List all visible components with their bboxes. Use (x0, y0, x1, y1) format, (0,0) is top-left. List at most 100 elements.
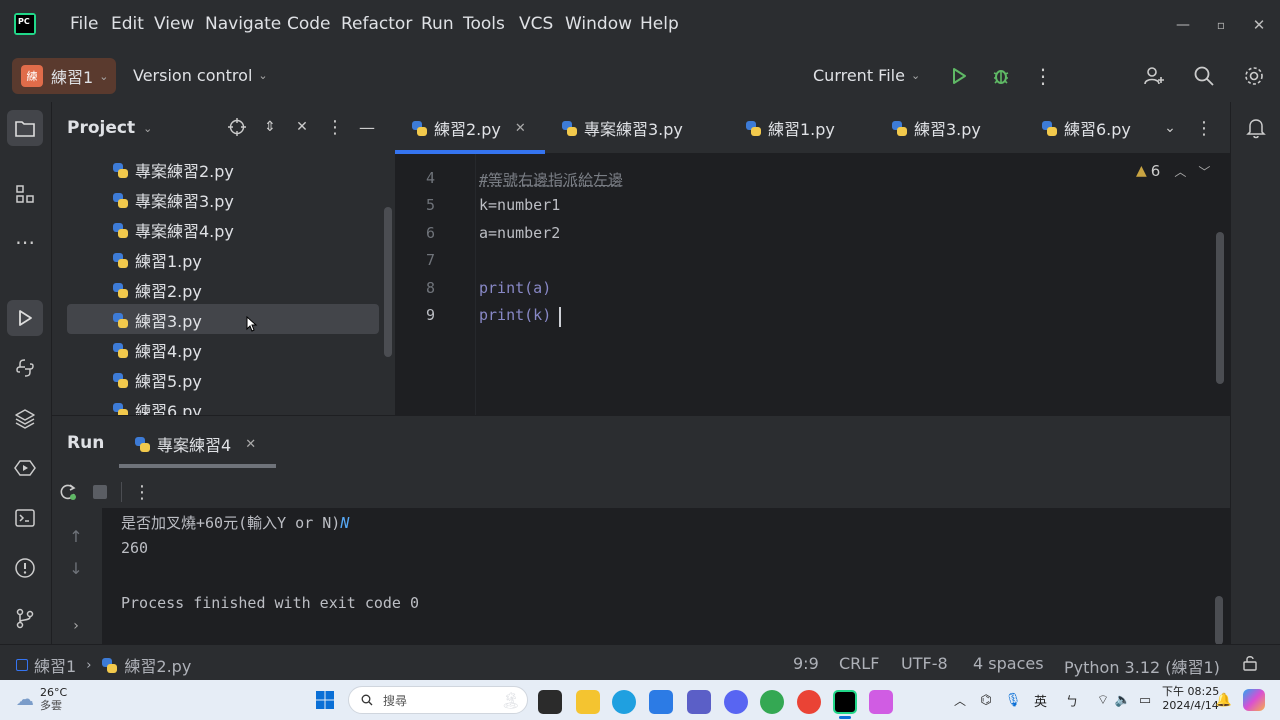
scroll-down-icon[interactable]: ↓ (64, 556, 88, 580)
menu-view[interactable]: View (154, 14, 194, 34)
chrome-profile-icon[interactable] (797, 690, 821, 714)
collapse-all-icon[interactable]: ✕ (291, 116, 313, 138)
file-row[interactable]: 練習5.py (112, 366, 202, 394)
project-tool-icon[interactable] (7, 110, 43, 146)
rerun-icon[interactable] (56, 480, 80, 504)
vcs-widget[interactable]: Version control ⌄ (133, 66, 268, 85)
wifi-icon[interactable]: ⌔ (1094, 690, 1112, 710)
file-row[interactable]: 專案練習2.py (112, 156, 234, 184)
problems-icon[interactable] (11, 554, 39, 582)
clock[interactable]: 下午 08:25 2024/4/14 (1162, 685, 1219, 713)
locate-file-icon[interactable] (226, 116, 248, 138)
console-output[interactable]: 是否加叉燒+60元(輸入Y or N)N 260 Process finishe… (102, 508, 1230, 645)
run-options-icon[interactable]: ⋮ (130, 480, 154, 504)
file-explorer-icon[interactable] (576, 690, 600, 714)
python-interpreter[interactable]: Python 3.12 (練習1) (1064, 654, 1220, 678)
indent-setting[interactable]: 4 spaces (973, 654, 1044, 673)
notifications-bell-icon[interactable] (1242, 114, 1270, 142)
breadcrumb-project[interactable]: 練習1 (34, 653, 76, 677)
ms-store-icon[interactable] (649, 690, 673, 714)
services-icon[interactable] (11, 454, 39, 482)
project-panel-header[interactable]: Project ⌄ (67, 118, 152, 138)
project-widget[interactable]: 練 練習1 ⌄ (12, 58, 116, 94)
more-tools-icon[interactable]: ⋯ (11, 228, 39, 256)
copilot-icon[interactable] (1243, 689, 1265, 711)
menu-run[interactable]: Run (421, 14, 454, 34)
menu-window[interactable]: Window (565, 14, 632, 34)
menu-help[interactable]: Help (640, 14, 679, 34)
editor-tab[interactable]: 練習3.py (891, 102, 981, 154)
structure-tool-icon[interactable] (11, 180, 39, 208)
run-icon[interactable] (947, 64, 971, 88)
weather-widget[interactable]: ☁ 26°C 多雲 (16, 686, 67, 712)
file-row[interactable]: 練習2.py (112, 276, 202, 304)
hide-panel-icon[interactable]: — (356, 116, 378, 138)
tray-overflow-icon[interactable]: ︿ (951, 690, 969, 710)
breadcrumb-file[interactable]: 練習2.py (124, 653, 191, 677)
add-user-icon[interactable] (1141, 63, 1167, 89)
debug-icon[interactable] (989, 64, 1013, 88)
menu-file[interactable]: File (70, 14, 98, 34)
tab-options-icon[interactable]: ⋮ (1193, 117, 1215, 139)
layers-icon[interactable] (11, 404, 39, 432)
notification-center-icon[interactable]: 🔔 (1215, 690, 1233, 710)
taskbar-search[interactable]: 搜尋 🏝 (348, 686, 528, 714)
tab-list-chevron-icon[interactable]: ⌄ (1159, 117, 1181, 139)
inspection-widget[interactable]: ▲ 6 ︿ ﹀ (1136, 162, 1210, 180)
menu-edit[interactable]: Edit (111, 14, 144, 34)
file-row[interactable]: 練習1.py (112, 246, 202, 274)
microphone-icon[interactable]: 🎙 (1004, 690, 1022, 710)
terminal-icon[interactable] (11, 504, 39, 532)
menu-code[interactable]: Code (287, 14, 331, 34)
panel-options-icon[interactable]: ⋮ (324, 116, 346, 138)
file-row[interactable]: 專案練習3.py (112, 186, 234, 214)
run-tab[interactable]: 專案練習4 ✕ (134, 432, 256, 456)
edge-browser-icon[interactable] (612, 690, 636, 714)
discord-icon[interactable] (724, 690, 748, 714)
editor-scrollbar[interactable] (1216, 232, 1224, 384)
search-icon[interactable] (1191, 63, 1217, 89)
project-scrollbar[interactable] (384, 207, 392, 357)
battery-icon[interactable]: ▭ (1134, 690, 1156, 710)
gear-icon[interactable] (1241, 63, 1267, 89)
snipping-tool-icon[interactable] (869, 690, 893, 714)
line-separator[interactable]: CRLF (839, 654, 879, 673)
tab-active[interactable]: 練習2.py ✕ (395, 102, 545, 154)
chrome-icon[interactable] (760, 690, 784, 714)
close-tab-icon[interactable]: ✕ (245, 437, 256, 452)
windows-start-icon[interactable] (313, 688, 337, 712)
network-icon[interactable]: ⌬ (977, 690, 995, 710)
chevron-down-icon[interactable]: ﹀ (1198, 163, 1210, 180)
volume-icon[interactable]: 🔈 (1114, 690, 1132, 710)
minimize-icon[interactable]: — (1172, 14, 1194, 36)
menu-vcs[interactable]: VCS (519, 14, 553, 34)
file-row[interactable]: 練習4.py (112, 336, 202, 364)
python-console-icon[interactable] (11, 354, 39, 382)
file-row[interactable]: 練習6.py (112, 396, 202, 415)
console-scrollbar[interactable] (1215, 596, 1223, 645)
run-tool-icon[interactable] (7, 300, 43, 336)
pycharm-taskbar-icon[interactable] (833, 690, 857, 714)
menu-navigate[interactable]: Navigate (205, 14, 281, 34)
editor-tab[interactable]: 練習6.py (1041, 102, 1131, 154)
caret-position[interactable]: 9:9 (793, 654, 819, 673)
close-window-icon[interactable]: ✕ (1248, 14, 1270, 36)
file-row[interactable]: 專案練習4.py (112, 216, 234, 244)
more-actions-icon[interactable]: ⋮ (1031, 64, 1055, 88)
file-row-selected[interactable]: 練習3.py (112, 306, 202, 334)
expand-all-icon[interactable]: ⇕ (259, 116, 281, 138)
ime-mode-icon[interactable]: ㄅ (1063, 690, 1081, 710)
editor-tab[interactable]: 練習1.py (745, 102, 835, 154)
expand-chevron-icon[interactable]: › (64, 614, 88, 638)
task-view-icon[interactable] (538, 690, 562, 714)
close-tab-icon[interactable]: ✕ (515, 121, 526, 136)
stop-icon[interactable] (88, 480, 112, 504)
run-config-selector[interactable]: Current File ⌄ (813, 66, 920, 85)
ime-indicator[interactable]: 英 (1034, 691, 1047, 710)
chevron-up-icon[interactable]: ︿ (1174, 163, 1186, 180)
restore-icon[interactable]: ▫ (1210, 14, 1232, 36)
file-encoding[interactable]: UTF-8 (901, 654, 948, 673)
menu-refactor[interactable]: Refactor (341, 14, 412, 34)
git-branch-icon[interactable] (11, 604, 39, 632)
menu-tools[interactable]: Tools (463, 14, 505, 34)
